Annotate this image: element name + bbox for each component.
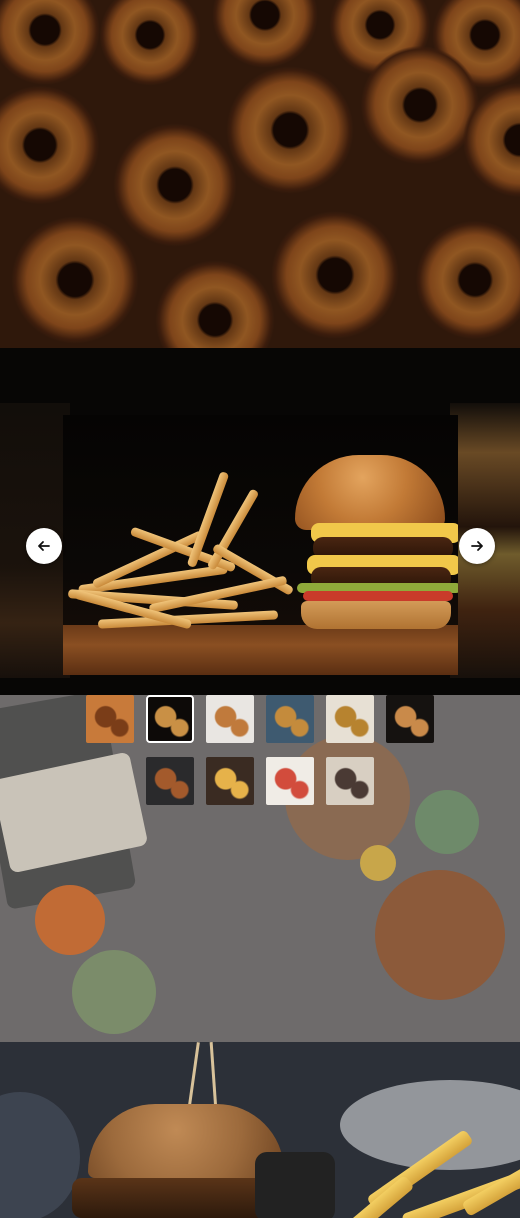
arrow-right-icon (471, 541, 483, 551)
previous-slide-button[interactable] (26, 528, 62, 564)
thumbnail-row (0, 695, 520, 743)
burger-restaurant-image (0, 1042, 520, 1218)
fries-thumbnail[interactable] (206, 757, 254, 805)
burger (283, 455, 458, 630)
burger-plate-thumbnail[interactable] (266, 695, 314, 743)
image-gallery (0, 348, 520, 695)
salad-bowls-thumbnail[interactable] (266, 757, 314, 805)
fries (67, 470, 298, 635)
donuts-thumbnail[interactable] (86, 695, 134, 743)
thumbnail-row (0, 757, 520, 805)
burger-fries-thumbnail[interactable] (146, 695, 194, 743)
gallery-main-image (63, 415, 458, 675)
donut-hero-image (0, 0, 520, 348)
next-slide-button[interactable] (459, 528, 495, 564)
breakfast-thumbnail[interactable] (326, 695, 374, 743)
steak-thumbnail[interactable] (146, 757, 194, 805)
sandwich-thumbnail[interactable] (386, 695, 434, 743)
food-table-background-image (0, 695, 520, 1042)
table-spread-thumbnail[interactable] (206, 695, 254, 743)
arrow-left-icon (38, 541, 50, 551)
diners-thumbnail[interactable] (326, 757, 374, 805)
